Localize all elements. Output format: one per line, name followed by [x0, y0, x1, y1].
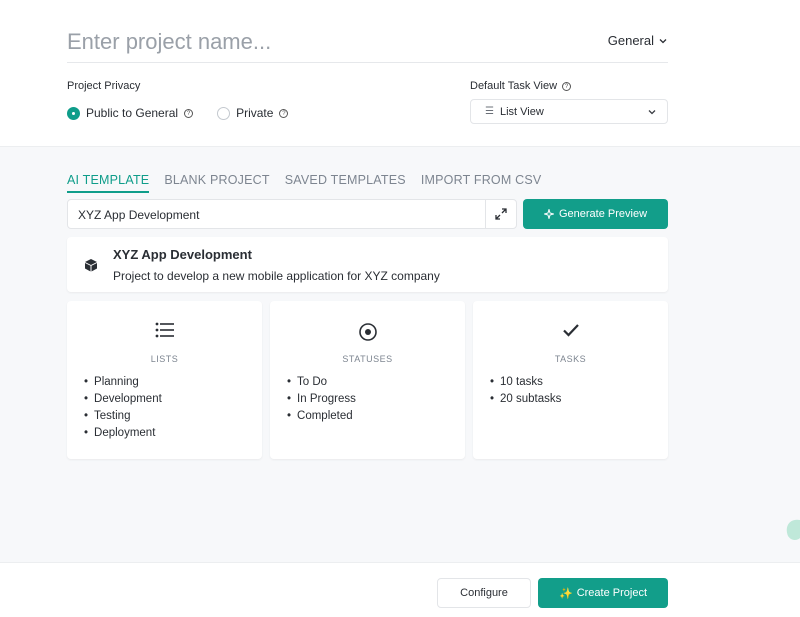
space-selector[interactable]: General	[608, 33, 668, 48]
cube-icon	[85, 259, 97, 272]
chevron-down-icon	[659, 38, 667, 43]
statuses-items: To Do In Progress Completed	[287, 374, 356, 425]
list-item: Testing	[84, 408, 162, 425]
prompt-divider	[485, 200, 486, 228]
radio-unselected-icon[interactable]	[217, 106, 231, 120]
project-name-input[interactable]	[67, 26, 597, 58]
checkmark-icon	[562, 324, 579, 337]
privacy-private-label: Private	[236, 106, 274, 120]
tab-blank-project[interactable]: BLANK PROJECT	[164, 173, 269, 193]
create-project-label: Create Project	[576, 587, 647, 599]
list-item: 20 subtasks	[490, 391, 561, 408]
project-preview-card: XYZ App Development Project to develop a…	[67, 237, 668, 292]
list-icon	[155, 322, 174, 338]
tab-import-csv[interactable]: IMPORT FROM CSV	[421, 173, 542, 193]
status-circle-icon	[358, 323, 377, 341]
tasks-items: 10 tasks 20 subtasks	[490, 374, 561, 408]
privacy-label: Project Privacy	[67, 80, 141, 92]
list-item: In Progress	[287, 391, 356, 408]
lists-title: LISTS	[150, 354, 179, 364]
privacy-option-private[interactable]: Private ?	[217, 106, 289, 120]
privacy-public-label: Public to General	[86, 106, 179, 120]
project-header: General Project Privacy Public to Genera…	[0, 0, 800, 146]
sparkle-icon	[543, 209, 554, 219]
ai-prompt-input[interactable]: XYZ App Development	[67, 199, 517, 229]
generate-preview-label: Generate Preview	[558, 208, 648, 220]
tasks-title: TASKS	[554, 354, 587, 364]
space-label: General	[607, 33, 654, 48]
help-icon[interactable]: ?	[279, 108, 289, 118]
list-item: Planning	[84, 374, 162, 391]
header-divider	[67, 62, 668, 63]
task-view-label-text: Default Task View	[470, 80, 558, 92]
list-item: Completed	[287, 408, 356, 425]
tab-ai-template[interactable]: AI TEMPLATE	[67, 173, 150, 193]
statuses-card: STATUSES To Do In Progress Completed	[270, 301, 465, 459]
ai-prompt-value: XYZ App Development	[78, 208, 200, 222]
generate-preview-button[interactable]: Generate Preview	[523, 199, 668, 229]
list-item: 10 tasks	[490, 374, 561, 391]
tasks-card: TASKS 10 tasks 20 subtasks	[473, 301, 668, 459]
chevron-down-icon	[648, 109, 656, 114]
statuses-title: STATUSES	[342, 354, 393, 364]
template-tabs: AI TEMPLATE BLANK PROJECT SAVED TEMPLATE…	[67, 173, 541, 193]
footer-bar	[0, 562, 800, 617]
privacy-option-public[interactable]: Public to General ?	[67, 106, 194, 120]
list-item: To Do	[287, 374, 356, 391]
help-icon[interactable]: ?	[562, 81, 572, 91]
privacy-options: Public to General ? Private ?	[67, 106, 312, 120]
lists-card: LISTS Planning Development Testing Deplo…	[67, 301, 262, 459]
create-project-button[interactable]: ✨ Create Project	[538, 578, 668, 608]
preview-title: XYZ App Development	[113, 247, 252, 262]
help-icon[interactable]: ?	[184, 108, 194, 118]
task-view-select[interactable]: ☰ List View	[470, 99, 668, 124]
task-view-value: List View	[499, 105, 544, 118]
configure-button[interactable]: Configure	[437, 578, 531, 608]
list-view-icon: ☰	[485, 106, 494, 117]
expand-icon[interactable]	[494, 207, 508, 221]
sparkle-icon: ✨	[558, 587, 573, 600]
lists-items: Planning Development Testing Deployment	[84, 374, 162, 442]
preview-description: Project to develop a new mobile applicat…	[113, 269, 440, 283]
list-item: Development	[84, 391, 162, 408]
task-view-label: Default Task View ?	[470, 80, 572, 92]
tab-saved-templates[interactable]: SAVED TEMPLATES	[285, 173, 406, 193]
radio-selected-icon[interactable]	[67, 106, 80, 120]
list-item: Deployment	[84, 425, 162, 442]
